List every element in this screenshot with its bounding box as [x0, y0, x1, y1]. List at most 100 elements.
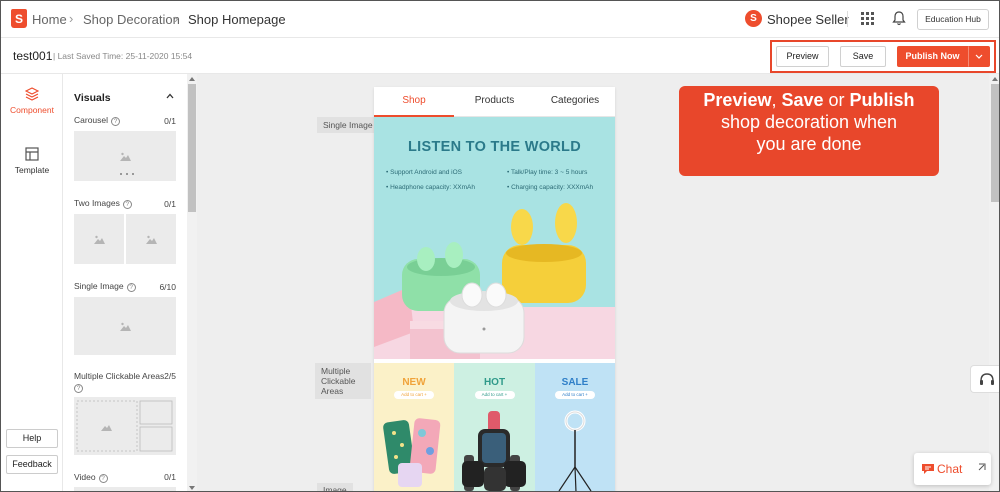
shop-name: test001	[13, 49, 53, 63]
promo-new[interactable]: NEW Add to cart +	[374, 363, 454, 491]
headset-icon	[980, 373, 994, 385]
add-to-cart-button[interactable]: Add to cart +	[474, 391, 515, 399]
rail-component[interactable]: Component	[1, 87, 63, 115]
single-image-banner[interactable]: LISTEN TO THE WORLD • Support Android an…	[374, 117, 615, 359]
top-header: S Home › Shop Decoration › Shop Homepage…	[1, 1, 999, 38]
scroll-down-arrow-icon	[189, 486, 195, 490]
apps-grid-icon[interactable]	[861, 12, 874, 25]
two-images-thumbnail-right[interactable]	[126, 214, 176, 264]
shop-preview: Shop Products Categories LISTEN TO THE W…	[374, 87, 615, 491]
video-thumbnail[interactable]	[74, 487, 176, 491]
component-label-multiple-clickable-areas: Multiple Clickable Areas	[74, 371, 165, 381]
earbuds-product-image	[374, 203, 586, 359]
breadcrumb-shop-homepage: Shop Homepage	[188, 12, 286, 27]
clickable-areas-diagram	[76, 400, 173, 452]
component-count-single-image: 6/10	[159, 282, 176, 292]
carousel-dots	[118, 173, 136, 175]
tab-products[interactable]: Products	[454, 95, 535, 106]
component-count-carousel: 0/1	[164, 116, 176, 126]
panel-title: Visuals	[74, 92, 111, 104]
two-images-thumbnail-left[interactable]	[74, 214, 124, 264]
banner-bullet: • Headphone capacity: XXmAh	[386, 184, 476, 191]
bell-icon[interactable]	[892, 10, 906, 26]
single-image-thumbnail[interactable]	[74, 297, 176, 355]
multiple-clickable-areas-thumbnail[interactable]	[74, 397, 176, 455]
add-to-cart-button[interactable]: Add to cart +	[555, 391, 595, 399]
scrollbar-thumb	[188, 84, 196, 212]
scroll-up-arrow-icon	[992, 77, 998, 81]
last-saved-time: | Last Saved Time: 25-11-2020 15:54	[53, 51, 193, 61]
component-count-video: 0/1	[164, 472, 176, 482]
help-icon: ?	[111, 117, 121, 126]
multiple-clickable-areas-section: NEW Add to cart + HOT Add to cart + SALE…	[374, 363, 615, 491]
chat-label: Chat	[937, 462, 963, 476]
panel-scrollbar[interactable]	[187, 74, 197, 491]
banner-bullet: • Talk/Play time: 3 ~ 5 hours	[507, 169, 588, 176]
help-icon: ?	[126, 283, 136, 292]
add-to-cart-button[interactable]: Add to cart +	[394, 391, 434, 399]
save-button[interactable]: Save	[840, 46, 886, 67]
preview-button[interactable]: Preview	[776, 46, 829, 67]
section-tag-multiple-clickable-areas: Multiple Clickable Areas	[315, 363, 371, 399]
component-panel: Visuals Carousel? 0/1 Two Images? 0/1 Si…	[63, 74, 187, 491]
education-hub-button[interactable]: Education Hub	[917, 9, 989, 30]
phone-cases-image	[383, 418, 441, 487]
component-count-two-images: 0/1	[164, 199, 176, 209]
left-rail: Component Template Help Feedback	[1, 74, 63, 491]
smartwatches-image	[462, 411, 526, 491]
component-count-multiple-clickable-areas: 2/5	[164, 371, 176, 381]
image-icon	[120, 322, 131, 331]
image-icon	[120, 152, 131, 161]
rail-component-label: Component	[10, 105, 54, 115]
chevron-up-icon[interactable]	[166, 92, 174, 100]
component-label-single-image: Single Image?	[74, 281, 136, 292]
carousel-thumbnail[interactable]	[74, 131, 176, 181]
layers-icon	[25, 87, 39, 101]
tutorial-callout: Preview, Save or Publish shop decoration…	[679, 86, 939, 176]
shop-tabs: Shop Products Categories	[374, 87, 615, 117]
section-tag-single-image: Single Image	[317, 117, 379, 133]
rail-template[interactable]: Template	[1, 147, 63, 175]
promo-new-title: NEW	[402, 377, 426, 388]
promo-hot-title: HOT	[483, 377, 506, 388]
banner-title: LISTEN TO THE WORLD	[408, 139, 581, 155]
chevron-down-icon	[975, 54, 983, 59]
shopee-seller-logo-icon: S	[745, 10, 762, 27]
ring-light-tripod-image	[558, 410, 592, 491]
promo-sale[interactable]: SALE Add to cart +	[535, 363, 615, 491]
rail-template-label: Template	[14, 165, 50, 175]
chevron-right-icon: ›	[69, 11, 74, 26]
expand-icon[interactable]	[978, 463, 986, 471]
publish-dropdown-button[interactable]	[968, 46, 990, 67]
tab-shop[interactable]: Shop	[374, 95, 454, 106]
banner-bullet: • Charging capacity: XXXmAh	[507, 184, 594, 191]
scrollbar-thumb	[991, 84, 999, 202]
customer-service-button[interactable]	[970, 365, 999, 393]
component-label-two-images: Two Images?	[74, 198, 132, 209]
shopee-logo-icon[interactable]: S	[11, 9, 27, 28]
help-button[interactable]: Help	[6, 429, 58, 448]
section-tag-image: Image	[317, 483, 353, 491]
component-label-carousel: Carousel?	[74, 115, 121, 126]
breadcrumb-home[interactable]: Home	[32, 12, 67, 27]
publish-now-button[interactable]: Publish Now	[897, 46, 968, 67]
promo-sale-title: SALE	[561, 377, 589, 388]
seller-label: Shopee Seller	[767, 12, 849, 27]
promo-hot[interactable]: HOT Add to cart +	[454, 363, 535, 491]
canvas-scrollbar[interactable]	[989, 74, 999, 491]
help-icon: ?	[122, 200, 132, 209]
template-icon	[25, 147, 39, 161]
image-icon	[146, 235, 157, 244]
feedback-button[interactable]: Feedback	[6, 455, 58, 474]
component-label-video: Video?	[74, 472, 108, 483]
chat-button[interactable]: Chat	[914, 453, 991, 485]
scroll-up-arrow-icon	[189, 77, 195, 81]
app-window: S Home › Shop Decoration › Shop Homepage…	[0, 0, 1000, 492]
chat-bubble-icon	[922, 464, 934, 474]
tab-categories[interactable]: Categories	[535, 95, 615, 106]
banner-bullet: • Support Android and iOS	[386, 169, 463, 176]
breadcrumb-shop-decoration[interactable]: Shop Decoration	[83, 12, 180, 27]
help-icon: ?	[74, 384, 83, 393]
divider	[847, 11, 848, 27]
help-icon: ?	[98, 474, 108, 483]
